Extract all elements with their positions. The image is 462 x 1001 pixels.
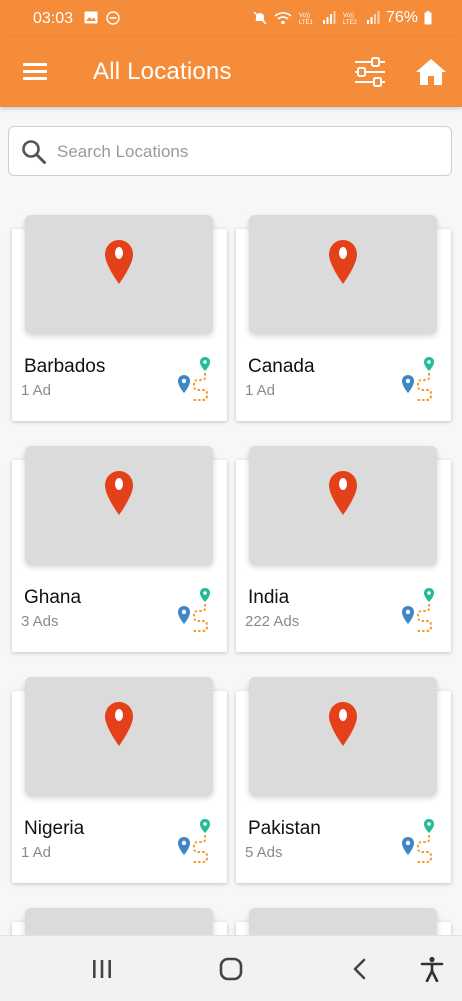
- search-bar: [8, 126, 452, 176]
- app-bar: All Locations: [0, 37, 462, 107]
- svg-text:LTE1: LTE1: [299, 20, 314, 26]
- ad-count: 222 Ads: [245, 613, 300, 630]
- location-card-barbados[interactable]: Barbados 1 Ad: [12, 215, 227, 421]
- location-image-placeholder: [249, 215, 437, 333]
- page-title: All Locations: [93, 58, 232, 85]
- location-name: Ghana: [24, 587, 82, 608]
- route-pins-icon: [178, 819, 210, 863]
- location-card-nigeria[interactable]: Nigeria 1 Ad: [12, 677, 227, 883]
- status-bar: 03:03 Vo)) LTE1 Vo)) LTE2 76%: [0, 0, 462, 37]
- location-image-placeholder: [25, 677, 213, 795]
- svg-text:Vo)): Vo)): [299, 13, 310, 19]
- location-name: Barbados: [24, 356, 106, 377]
- recent-apps-icon[interactable]: [87, 956, 117, 982]
- system-nav-bar: [0, 935, 462, 1001]
- ad-count: 5 Ads: [245, 844, 283, 861]
- map-pin-icon: [105, 471, 133, 515]
- do-not-disturb-icon: [106, 11, 120, 25]
- status-time: 03:03: [33, 10, 74, 27]
- ad-count: 1 Ad: [21, 844, 52, 861]
- map-pin-icon: [329, 240, 357, 284]
- hamburger-menu-icon[interactable]: [20, 57, 52, 87]
- ad-count: 1 Ad: [21, 382, 52, 399]
- location-name: Nigeria: [24, 818, 85, 839]
- map-pin-icon: [105, 702, 133, 746]
- wifi-icon: [274, 12, 292, 25]
- route-pins-icon: [178, 357, 210, 401]
- ad-count: 1 Ad: [245, 382, 276, 399]
- location-name: Canada: [248, 356, 315, 377]
- location-card-canada[interactable]: Canada 1 Ad: [236, 215, 451, 421]
- home-circle-icon[interactable]: [216, 956, 246, 982]
- signal-icon: [366, 11, 380, 24]
- location-card-ghana[interactable]: Ghana 3 Ads: [12, 446, 227, 652]
- ad-count: 3 Ads: [21, 613, 59, 630]
- location-image-placeholder: [249, 677, 437, 795]
- volte-lte1-icon: Vo)) LTE1: [299, 13, 314, 26]
- route-pins-icon: [402, 357, 434, 401]
- location-name: India: [248, 587, 290, 608]
- search-input[interactable]: [55, 135, 439, 169]
- home-icon[interactable]: [414, 57, 448, 87]
- accessibility-icon[interactable]: [417, 956, 447, 982]
- signal-icon: [322, 11, 336, 24]
- location-card-india[interactable]: India 222 Ads: [236, 446, 451, 652]
- search-icon: [22, 140, 46, 164]
- battery-percent: 76%: [385, 9, 418, 26]
- back-icon[interactable]: [345, 956, 375, 982]
- location-card-pakistan[interactable]: Pakistan 5 Ads: [236, 677, 451, 883]
- route-pins-icon: [402, 819, 434, 863]
- status-right: Vo)) LTE1 Vo)) LTE2 76%: [252, 9, 432, 27]
- route-pins-icon: [402, 588, 434, 632]
- route-pins-icon: [178, 588, 210, 632]
- map-pin-icon: [329, 471, 357, 515]
- location-name: Pakistan: [248, 818, 321, 839]
- map-pin-icon: [105, 240, 133, 284]
- svg-text:LTE2: LTE2: [343, 20, 358, 26]
- filter-sliders-icon[interactable]: [352, 54, 388, 90]
- volte-lte2-icon: Vo)) LTE2: [343, 13, 358, 26]
- status-left-icons: [84, 11, 120, 25]
- svg-text:Vo)): Vo)): [343, 13, 354, 19]
- battery-icon: [424, 11, 432, 25]
- mute-icon: [253, 11, 267, 25]
- gallery-icon: [84, 11, 98, 24]
- map-pin-icon: [329, 702, 357, 746]
- location-image-placeholder: [25, 446, 213, 564]
- location-image-placeholder: [25, 215, 213, 333]
- location-image-placeholder: [249, 446, 437, 564]
